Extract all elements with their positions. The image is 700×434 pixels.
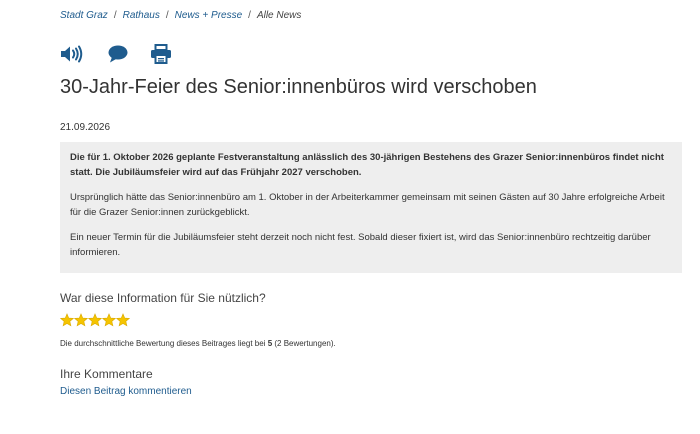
add-comment-link[interactable]: Diesen Beitrag kommentieren [60,386,192,397]
comments-heading: Ihre Kommentare [60,367,153,381]
star-icon[interactable] [116,313,130,327]
star-icon[interactable] [102,313,116,327]
comment-button[interactable] [107,44,133,64]
speaker-icon [61,45,83,63]
star-rating [60,313,130,332]
star-icon[interactable] [88,313,102,327]
breadcrumb-link-news-presse[interactable]: News + Presse [175,10,243,21]
breadcrumb-separator: / [248,10,251,21]
star-icon[interactable] [60,313,74,327]
rating-average-value: 5 [267,339,273,348]
page-title: 30-Jahr-Feier des Senior:innenbüros wird… [60,76,537,98]
star-icon[interactable] [74,313,88,327]
article-date: 21.09.2026 [60,122,111,133]
speech-bubble-icon [108,45,128,63]
rating-average-prefix: Die durchschnittliche Bewertung dieses B… [60,339,266,348]
article-paragraph: Ursprünglich hätte das Senior:innenbüro … [70,192,665,218]
article-body: Die für 1. Oktober 2026 geplante Festver… [60,142,682,273]
rating-average-suffix: (2 Bewertungen). [274,339,336,348]
breadcrumb-link-stadt-graz[interactable]: Stadt Graz [60,10,108,21]
article-paragraph: Ein neuer Termin für die Jubiläumsfeier … [70,232,651,258]
printer-icon [151,44,171,64]
article-lead: Die für 1. Oktober 2026 geplante Festver… [70,152,664,178]
print-button[interactable] [150,44,176,64]
read-aloud-button[interactable] [60,44,86,64]
breadcrumb-separator: / [113,10,117,21]
breadcrumb-link-rathaus[interactable]: Rathaus [123,10,160,21]
rating-question: War diese Information für Sie nützlich? [60,291,266,305]
rating-average: Die durchschnittliche Bewertung dieses B… [60,339,336,348]
breadcrumb: Stadt Graz / Rathaus / News + Presse / Alle Ne… [60,10,301,21]
breadcrumb-current: Alle News [256,10,302,21]
breadcrumb-separator: / [165,10,169,21]
